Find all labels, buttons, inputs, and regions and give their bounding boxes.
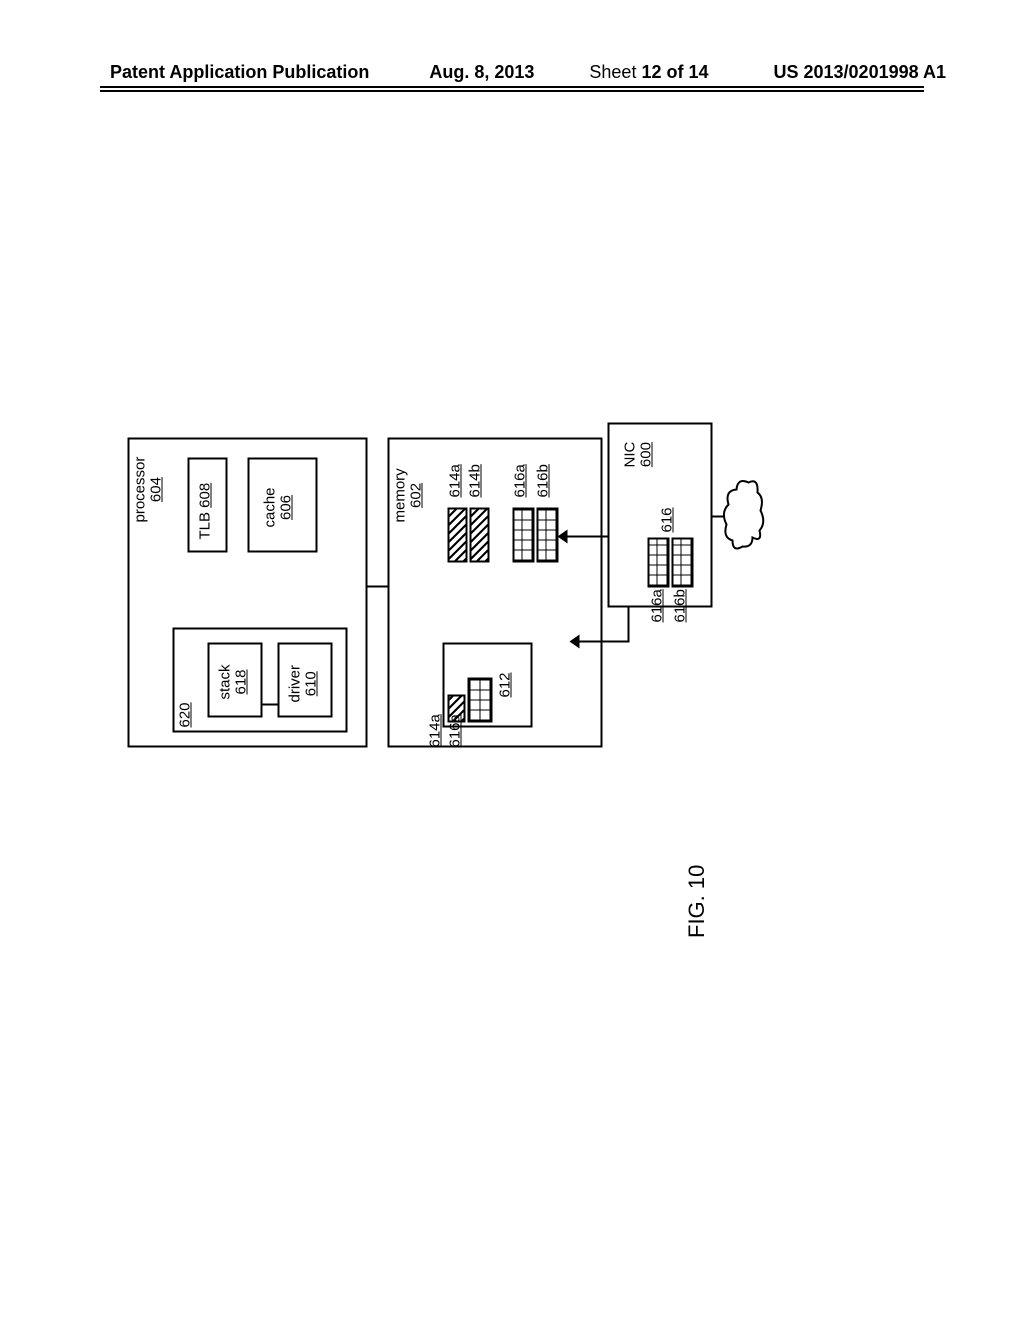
hatch-614a: [448, 508, 468, 563]
label-616a-left: 616a: [448, 714, 464, 747]
label-614a-left: 614a: [428, 714, 444, 747]
label-616a-nic: 616a: [650, 589, 666, 622]
header-publication: Patent Application Publication: [110, 62, 369, 83]
figure-diagram: processor604 620 stack618 driver610 TLB …: [148, 288, 573, 738]
page-header: Patent Application Publication Aug. 8, 2…: [0, 62, 1024, 83]
processor-label: processor604: [133, 457, 165, 523]
connector-stack-driver: [263, 704, 278, 706]
figure-caption: FIG. 10: [684, 865, 710, 938]
label-614b: 614b: [468, 464, 484, 497]
grid-616a-nic: [648, 538, 670, 588]
stack-label: stack618: [218, 664, 250, 699]
label-616b-nic: 616b: [673, 589, 689, 622]
header-rule-bottom: [100, 90, 924, 92]
nic-label: NIC600: [623, 442, 655, 468]
header-docnum: US 2013/0201998 A1: [774, 62, 946, 83]
driver-label: driver610: [288, 665, 320, 703]
cloud-icon: [723, 473, 768, 553]
grid-616b-nic: [672, 538, 694, 588]
grid-616a-in-612: [468, 678, 493, 723]
header-rule-top: [100, 86, 924, 88]
tlb-label: TLB 608: [198, 483, 214, 540]
memory-label: memory602: [393, 468, 425, 522]
arrow-nic-to-612-horz: [628, 603, 630, 643]
label-616a-mem: 616a: [513, 464, 529, 497]
header-sheet: Sheet 12 of 14: [589, 62, 708, 83]
label-620: 620: [178, 702, 194, 727]
label-614a: 614a: [448, 464, 464, 497]
grid-616a-mem: [513, 508, 535, 563]
arrow-nic-to-612-vert: [578, 641, 628, 643]
grid-616b-mem: [537, 508, 559, 563]
arrowhead-nic-to-mem: [558, 530, 568, 544]
connector-proc-mem: [368, 586, 388, 588]
cache-label: cache606: [263, 487, 295, 527]
label-616b-mem: 616b: [536, 464, 552, 497]
label-612: 612: [498, 672, 514, 697]
arrowhead-nic-to-612: [570, 635, 580, 649]
hatch-614b: [470, 508, 490, 563]
label-616-nic: 616: [660, 507, 676, 532]
header-date: Aug. 8, 2013: [429, 62, 534, 83]
